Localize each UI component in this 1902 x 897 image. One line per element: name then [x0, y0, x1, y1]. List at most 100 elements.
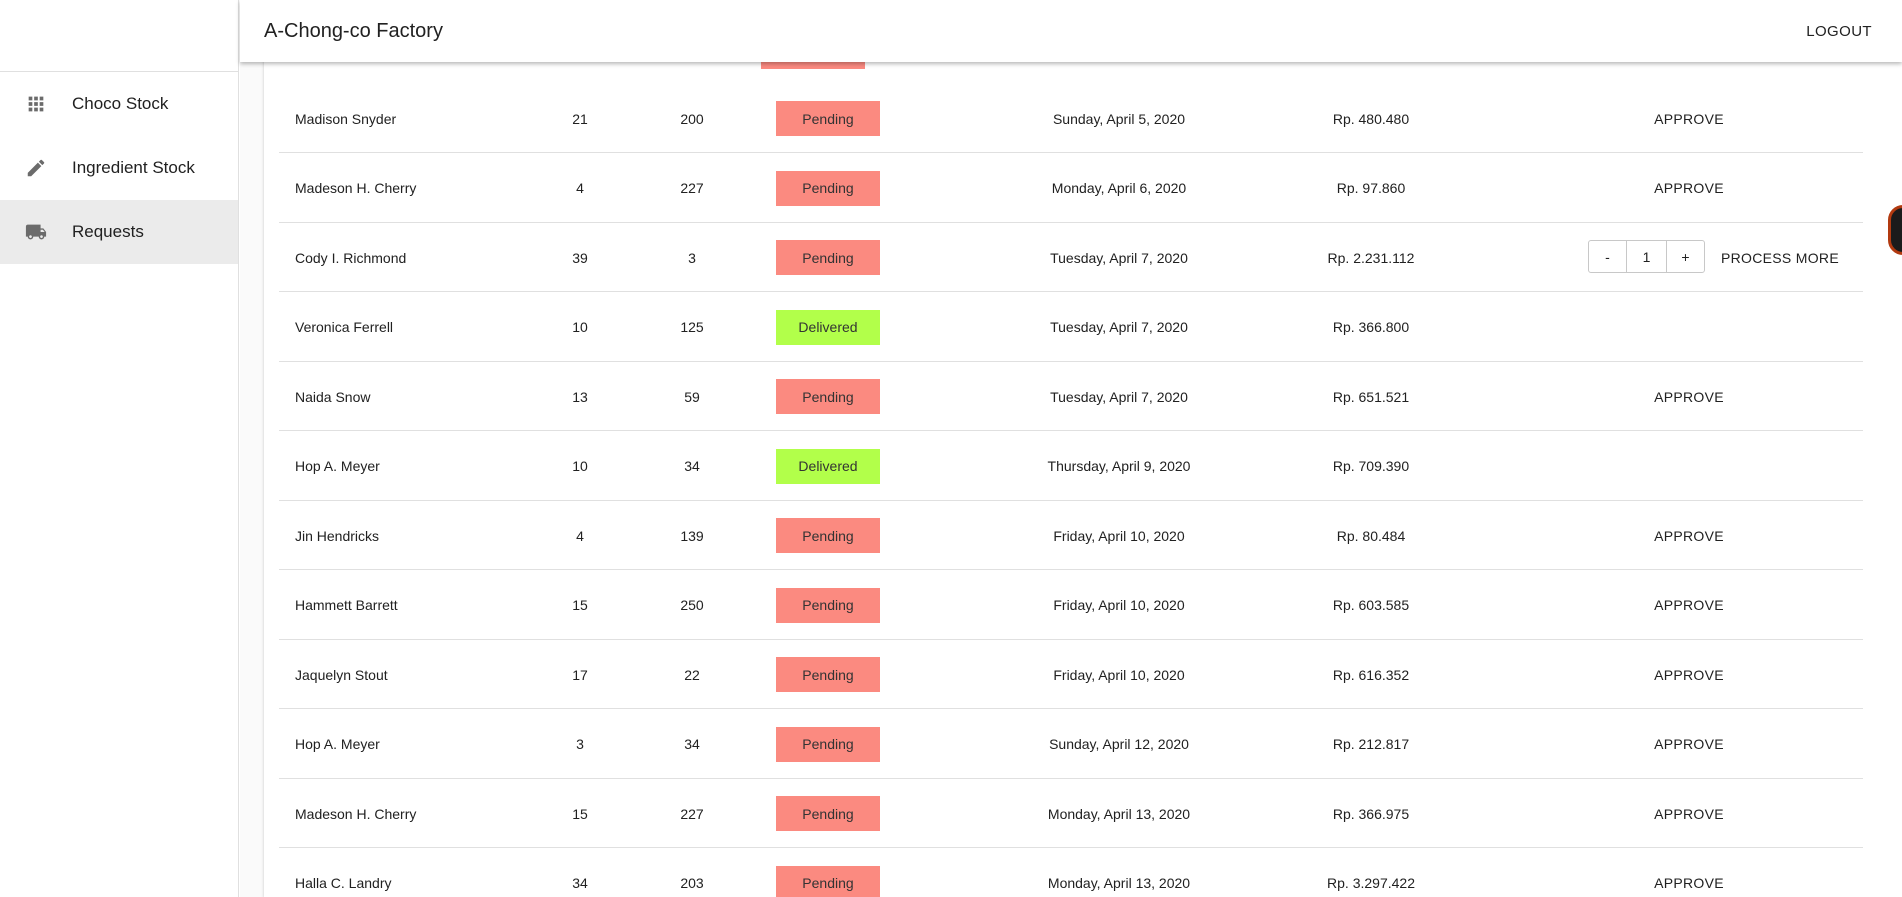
chocolate-id: 200: [680, 110, 704, 127]
status-badge: Pending: [776, 587, 880, 623]
customer-name: Cody I. Richmond: [295, 249, 407, 266]
sidebar-item-label: Choco Stock: [72, 94, 169, 113]
price: Rp. 2.231.112: [1327, 249, 1415, 266]
status-cell: Pending: [776, 223, 882, 292]
status-cell: Delivered: [776, 432, 882, 501]
request-date: Friday, April 10, 2020: [1053, 666, 1185, 683]
status-badge: Pending: [776, 240, 880, 275]
approve-button[interactable]: APPROVE: [1654, 736, 1724, 752]
approve-button[interactable]: APPROVE: [1654, 875, 1724, 891]
action-cell: APPROVE: [1529, 154, 1849, 223]
quantity: 3: [576, 736, 584, 752]
quantity: 39: [572, 249, 588, 266]
price: Rp. 709.390: [1332, 458, 1410, 474]
chocolate-id: 227: [680, 180, 704, 196]
quantity: 10: [572, 319, 588, 335]
customer-name: Hop A. Meyer: [295, 736, 380, 752]
status-cell: Pending: [776, 362, 882, 431]
customer-name: Jaquelyn Stout: [295, 666, 388, 683]
action-cell: APPROVE: [1529, 362, 1849, 431]
status-badge: Pending: [776, 865, 880, 897]
price: Rp. 366.975: [1332, 805, 1410, 822]
main-content: Madison Snyder 21 200 Pending Sunday, April …: [240, 0, 1902, 897]
sidebar-item-label: Requests: [72, 222, 144, 241]
increment-button[interactable]: +: [1666, 240, 1705, 273]
app-bar: A-Chong-co Factory LOGOUT: [240, 0, 1902, 62]
status-badge: Pending: [776, 796, 880, 831]
customer-name: Halla C. Landry: [295, 875, 392, 891]
status-badge: Delivered: [776, 309, 880, 345]
chocolate-id: 34: [684, 736, 700, 752]
quantity: 17: [572, 666, 588, 683]
price: Rp. 603.585: [1332, 597, 1410, 613]
approve-button[interactable]: APPROVE: [1654, 597, 1724, 613]
quantity-stepper: -1 +: [1588, 240, 1705, 273]
sidebar-item-ingredient-stock[interactable]: Ingredient Stock: [0, 136, 238, 200]
logout-button[interactable]: LOGOUT: [1806, 23, 1902, 40]
action-cell: APPROVE: [1529, 84, 1849, 153]
approve-button[interactable]: APPROVE: [1654, 667, 1724, 683]
chocolate-id: 22: [684, 666, 700, 683]
request-date: Monday, April 6, 2020: [1051, 180, 1187, 196]
status-cell: Pending: [776, 849, 882, 897]
quantity: 21: [572, 110, 588, 127]
request-date: Tuesday, April 7, 2020: [1050, 319, 1188, 335]
status-cell: Pending: [776, 710, 882, 779]
chocolate-id: 34: [684, 458, 700, 474]
customer-name: Madeson H. Cherry: [295, 805, 417, 822]
status-cell: Pending: [776, 84, 882, 153]
status-cell: Pending: [776, 779, 882, 848]
customer-name: Hop A. Meyer: [295, 458, 380, 474]
chocolate-id: 125: [680, 319, 704, 335]
quantity: 34: [572, 875, 588, 891]
truck-icon: [0, 221, 72, 243]
table-row: Jin Hendricks 4 139 Pending Friday, April 10…: [279, 501, 1863, 570]
status-badge: Delivered: [776, 448, 880, 484]
action-cell: APPROVE: [1529, 849, 1849, 897]
request-date: Monday, April 13, 2020: [1047, 875, 1191, 891]
status-cell: Delivered: [776, 293, 882, 362]
price: Rp. 212.817: [1332, 736, 1410, 752]
price: Rp. 651.521: [1332, 388, 1410, 405]
quantity: 13: [572, 388, 588, 405]
customer-name: Veronica Ferrell: [295, 319, 394, 335]
process-more-button[interactable]: PROCESS MORE: [1721, 223, 1839, 292]
customer-name: Naida Snow: [295, 388, 371, 405]
status-cell: Pending: [776, 154, 882, 223]
approve-button[interactable]: APPROVE: [1654, 389, 1724, 405]
status-cell: Pending: [776, 571, 882, 640]
sidebar-item-requests[interactable]: Requests: [0, 200, 238, 264]
quantity-input[interactable]: 1: [1627, 240, 1666, 273]
request-date: Friday, April 10, 2020: [1053, 597, 1185, 613]
customer-name: Madison Snyder: [295, 110, 397, 127]
quantity: 10: [572, 458, 588, 474]
status-badge: Pending: [776, 379, 880, 414]
chocolate-id: 227: [680, 805, 704, 822]
decrement-button[interactable]: -: [1588, 240, 1627, 273]
table-row: Madeson H. Cherry 15 227 Pending Monday, Apr…: [279, 779, 1863, 848]
price: Rp. 3.297.422: [1327, 875, 1415, 891]
price: Rp. 80.484: [1336, 527, 1406, 544]
approve-button[interactable]: APPROVE: [1654, 180, 1724, 196]
status-cell: Pending: [776, 501, 882, 570]
request-date: Tuesday, April 7, 2020: [1050, 249, 1188, 266]
floating-button[interactable]: [1888, 205, 1902, 255]
approve-button[interactable]: APPROVE: [1654, 528, 1724, 544]
table-row: Cody I. Richmond 39 3 Pending Tuesday, April…: [279, 223, 1863, 292]
status-cell: Pending: [776, 640, 882, 709]
request-date: Sunday, April 5, 2020: [1052, 110, 1186, 127]
table-row: Jaquelyn Stout 17 22 Pending Friday, April 1…: [279, 640, 1863, 709]
approve-button[interactable]: APPROVE: [1654, 806, 1724, 822]
customer-name: Hammett Barrett: [295, 597, 398, 613]
sidebar-item-choco-stock[interactable]: Choco Stock: [0, 72, 238, 136]
quantity: 4: [576, 180, 584, 196]
customer-name: Madeson H. Cherry: [295, 180, 417, 196]
chocolate-id: 139: [680, 527, 704, 544]
request-date: Thursday, April 9, 2020: [1047, 458, 1191, 474]
chocolate-id: 59: [684, 388, 700, 405]
quantity: 15: [572, 597, 588, 613]
table-row: Hop A. Meyer 3 34 Pending Sunday, April 12, …: [279, 710, 1863, 779]
action-cell: APPROVE: [1529, 710, 1849, 779]
table-row: Naida Snow 13 59 Pending Tuesday, April 7, 2…: [279, 362, 1863, 431]
approve-button[interactable]: APPROVE: [1654, 111, 1724, 127]
